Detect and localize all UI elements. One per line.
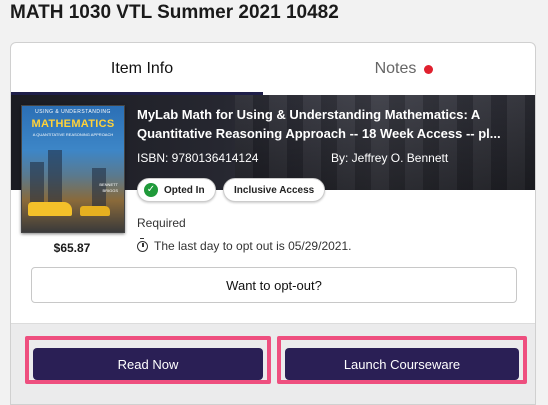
cover-author-2: BRIGGS (102, 188, 118, 193)
opt-out-button[interactable]: Want to opt-out? (31, 267, 517, 303)
stopwatch-icon (137, 237, 148, 252)
opted-in-badge: ✓ Opted In (137, 178, 216, 202)
product-isbn: ISBN: 9780136414124 (137, 151, 259, 165)
notification-dot-icon (424, 64, 434, 74)
inclusive-access-label: Inclusive Access (234, 184, 315, 196)
item-card: Item Info Notes USING & UNDERSTANDING MA… (10, 42, 536, 405)
read-now-highlight: Read Now (25, 336, 271, 384)
product-title: MyLab Math for Using & Understanding Mat… (137, 107, 501, 141)
tab-item-info[interactable]: Item Info (11, 43, 273, 95)
course-title: MATH 1030 VTL Summer 2021 10482 (10, 2, 339, 23)
inclusive-access-badge: Inclusive Access (223, 178, 326, 202)
cover-main-text: MATHEMATICS (31, 118, 115, 130)
opt-out-deadline: The last day to opt out is 05/29/2021. (137, 237, 352, 253)
cover-authors: BENNETT BRIGGS (78, 182, 118, 194)
required-label: Required (137, 216, 186, 230)
tab-bar: Item Info Notes (11, 43, 535, 95)
price: $65.87 (53, 241, 91, 255)
tab-item-info-label: Item Info (110, 60, 174, 77)
launch-courseware-highlight: Launch Courseware (277, 336, 527, 384)
cover-taxi (80, 206, 110, 216)
read-now-button[interactable]: Read Now (33, 348, 263, 380)
product-author: By: Jeffrey O. Bennett (331, 151, 449, 165)
deadline-text: The last day to opt out is 05/29/2021. (154, 239, 352, 253)
cover-taxi (28, 202, 72, 216)
opted-in-label: Opted In (164, 184, 205, 196)
tab-notes[interactable]: Notes (273, 43, 535, 95)
book-cover-image: USING & UNDERSTANDING MATHEMATICS A QUAN… (21, 105, 125, 233)
launch-courseware-button[interactable]: Launch Courseware (285, 348, 519, 380)
tab-notes-label: Notes (374, 60, 417, 77)
check-circle-icon: ✓ (144, 183, 158, 197)
cover-sub-text: A QUANTITATIVE REASONING APPROACH (32, 132, 114, 137)
action-footer: Read Now Launch Courseware (11, 323, 535, 404)
cover-top-text: USING & UNDERSTANDING (35, 109, 111, 115)
